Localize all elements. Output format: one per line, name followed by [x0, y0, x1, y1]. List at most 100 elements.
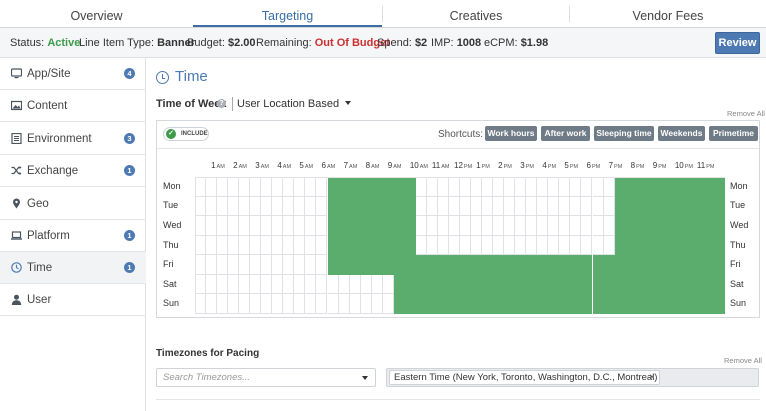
time-slot-cell[interactable]	[360, 235, 372, 256]
time-slot-cell[interactable]	[426, 255, 438, 275]
time-slot-cell[interactable]	[217, 274, 229, 295]
time-slot-cell[interactable]	[713, 196, 725, 217]
time-slot-cell[interactable]	[702, 255, 714, 275]
time-slot-cell[interactable]	[327, 274, 339, 295]
help-icon[interactable]: ?	[217, 99, 226, 108]
time-slot-cell[interactable]	[614, 216, 626, 236]
time-slot-cell[interactable]	[548, 177, 560, 197]
time-slot-cell[interactable]	[415, 294, 427, 314]
time-slot-cell[interactable]	[515, 274, 527, 295]
time-slot-cell[interactable]	[603, 235, 615, 256]
time-slot-cell[interactable]	[482, 196, 494, 217]
time-slot-cell[interactable]	[327, 235, 339, 256]
close-icon[interactable]: ×	[649, 371, 655, 384]
time-slot-cell[interactable]	[338, 235, 350, 256]
time-slot-cell[interactable]	[460, 235, 472, 256]
time-slot-cell[interactable]	[250, 196, 262, 217]
tab-targeting[interactable]: Targeting	[193, 0, 382, 27]
time-slot-cell[interactable]	[393, 274, 405, 295]
time-slot-cell[interactable]	[713, 235, 725, 256]
time-slot-cell[interactable]	[570, 177, 582, 197]
time-slot-cell[interactable]	[658, 196, 670, 217]
time-slot-cell[interactable]	[415, 255, 427, 275]
time-slot-cell[interactable]	[261, 255, 273, 275]
time-slot-cell[interactable]	[559, 177, 571, 197]
time-slot-cell[interactable]	[404, 177, 416, 197]
time-slot-cell[interactable]	[702, 235, 714, 256]
time-slot-cell[interactable]	[261, 196, 273, 217]
time-slot-cell[interactable]	[658, 274, 670, 295]
time-slot-cell[interactable]	[691, 196, 703, 217]
time-slot-cell[interactable]	[537, 274, 549, 295]
time-slot-cell[interactable]	[371, 235, 383, 256]
time-slot-cell[interactable]	[537, 235, 549, 256]
time-slot-cell[interactable]	[603, 216, 615, 236]
time-slot-cell[interactable]	[228, 274, 240, 295]
time-slot-cell[interactable]	[327, 177, 339, 197]
time-slot-cell[interactable]	[581, 196, 593, 217]
time-slot-cell[interactable]	[647, 255, 659, 275]
time-slot-cell[interactable]	[448, 216, 460, 236]
time-slot-cell[interactable]	[415, 216, 427, 236]
time-slot-cell[interactable]	[548, 274, 560, 295]
time-slot-cell[interactable]	[382, 177, 394, 197]
time-slot-cell[interactable]	[250, 177, 262, 197]
time-slot-cell[interactable]	[195, 177, 207, 197]
time-slot-cell[interactable]	[360, 274, 372, 295]
shortcut-work-hours-button[interactable]: Work hours	[485, 126, 537, 141]
time-slot-cell[interactable]	[515, 255, 527, 275]
time-slot-cell[interactable]	[316, 235, 328, 256]
time-slot-cell[interactable]	[437, 235, 449, 256]
sidebar-item-app-site[interactable]: App/Site 4	[0, 58, 146, 90]
time-slot-cell[interactable]	[460, 255, 472, 275]
time-slot-cell[interactable]	[713, 255, 725, 275]
time-slot-cell[interactable]	[713, 274, 725, 295]
time-slot-cell[interactable]	[316, 255, 328, 275]
time-slot-cell[interactable]	[217, 196, 229, 217]
time-slot-cell[interactable]	[592, 177, 604, 197]
time-slot-cell[interactable]	[471, 274, 483, 295]
time-slot-cell[interactable]	[559, 216, 571, 236]
time-slot-cell[interactable]	[426, 235, 438, 256]
time-slot-cell[interactable]	[283, 196, 295, 217]
sidebar-item-time[interactable]: Time 1	[0, 252, 146, 284]
time-slot-cell[interactable]	[526, 294, 538, 314]
time-slot-cell[interactable]	[515, 196, 527, 217]
time-slot-cell[interactable]	[239, 235, 251, 256]
time-slot-cell[interactable]	[537, 294, 549, 314]
time-slot-cell[interactable]	[360, 294, 372, 314]
time-slot-cell[interactable]	[460, 196, 472, 217]
time-slot-cell[interactable]	[592, 216, 604, 236]
time-slot-cell[interactable]	[614, 196, 626, 217]
time-slot-cell[interactable]	[581, 235, 593, 256]
time-slot-cell[interactable]	[680, 196, 692, 217]
time-slot-cell[interactable]	[261, 177, 273, 197]
time-slot-cell[interactable]	[437, 274, 449, 295]
time-slot-cell[interactable]	[448, 177, 460, 197]
time-slot-cell[interactable]	[592, 255, 604, 275]
time-slot-cell[interactable]	[272, 235, 284, 256]
time-slot-cell[interactable]	[349, 216, 361, 236]
time-slot-cell[interactable]	[493, 216, 505, 236]
time-slot-cell[interactable]	[404, 255, 416, 275]
time-slot-cell[interactable]	[537, 196, 549, 217]
time-slot-cell[interactable]	[415, 196, 427, 217]
time-slot-cell[interactable]	[305, 235, 317, 256]
time-slot-cell[interactable]	[217, 294, 229, 314]
time-slot-cell[interactable]	[283, 177, 295, 197]
time-slot-cell[interactable]	[272, 216, 284, 236]
time-slot-cell[interactable]	[327, 255, 339, 275]
time-slot-cell[interactable]	[669, 294, 681, 314]
time-slot-cell[interactable]	[581, 294, 593, 314]
time-slot-cell[interactable]	[526, 255, 538, 275]
time-slot-cell[interactable]	[239, 216, 251, 236]
time-slot-cell[interactable]	[713, 216, 725, 236]
time-slot-cell[interactable]	[283, 274, 295, 295]
time-slot-cell[interactable]	[713, 294, 725, 314]
time-slot-cell[interactable]	[206, 294, 218, 314]
selected-timezones-box[interactable]: Eastern Time (New York, Toronto, Washing…	[386, 368, 759, 387]
time-slot-cell[interactable]	[250, 216, 262, 236]
time-slot-cell[interactable]	[471, 255, 483, 275]
time-slot-cell[interactable]	[206, 177, 218, 197]
time-slot-cell[interactable]	[702, 274, 714, 295]
